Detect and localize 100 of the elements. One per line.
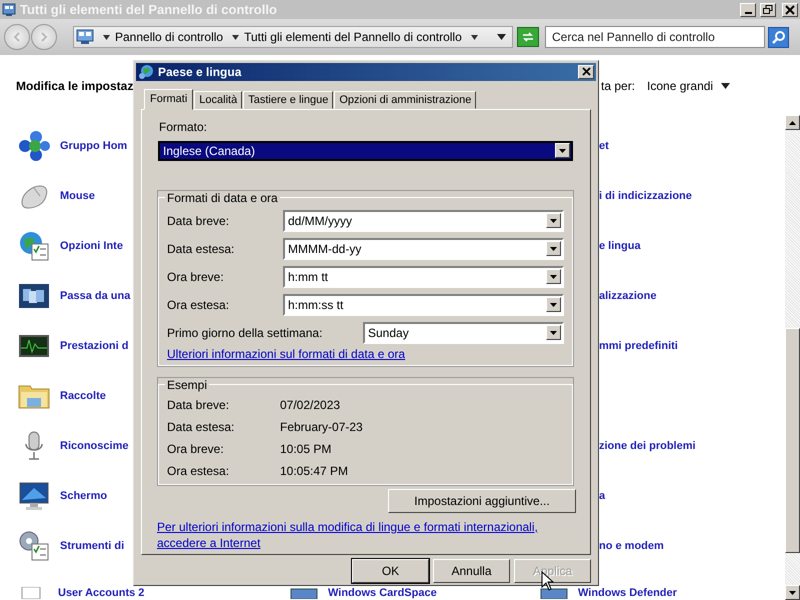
scrollbar[interactable] <box>785 115 800 600</box>
dropdown-icon[interactable] <box>497 34 506 40</box>
control-panel-link[interactable]: no e modem <box>599 540 785 552</box>
up-arrow-icon <box>789 120 796 124</box>
format-dropdown[interactable]: Inglese (Canada) <box>158 140 573 161</box>
example-label: Data estesa: <box>167 420 236 434</box>
globe-icon <box>138 64 154 80</box>
view-label: ta per: <box>601 79 636 93</box>
breadcrumb[interactable]: Pannello di controllo <box>115 30 224 44</box>
search-input[interactable]: Cerca nel Pannello di controllo <box>546 30 764 44</box>
dropdown-button[interactable] <box>546 241 561 256</box>
address-bar[interactable]: Pannello di controllo Tutti gli elementi del Pannello di controllo <box>73 26 513 48</box>
down-arrow-icon <box>559 148 566 153</box>
caret-icon[interactable] <box>232 34 240 40</box>
close-button[interactable] <box>782 2 798 16</box>
caret-icon[interactable] <box>470 34 478 40</box>
scroll-up-button[interactable] <box>785 115 800 130</box>
dropdown-button[interactable] <box>546 297 561 312</box>
additional-settings-button[interactable]: Impostazioni aggiuntive... <box>388 488 576 513</box>
control-panel-link[interactable]: alizzazione <box>599 290 785 302</box>
control-panel-link[interactable]: mmi predefiniti <box>599 340 785 352</box>
control-panel-link[interactable]: et <box>599 140 785 152</box>
down-arrow-icon <box>550 302 557 307</box>
caret-icon[interactable] <box>103 34 110 40</box>
search-icon <box>772 30 786 44</box>
control-panel-link[interactable]: Passa da una <box>60 290 130 302</box>
dropdown-button[interactable] <box>546 325 561 340</box>
field-label: Primo giorno della settimana: <box>167 326 324 340</box>
refresh-button[interactable] <box>517 27 539 47</box>
restore-icon <box>763 4 773 14</box>
control-panel-link[interactable]: a <box>599 490 785 502</box>
down-arrow-icon <box>550 274 557 279</box>
minimize-icon <box>744 12 752 14</box>
field-label: Data estesa: <box>167 242 236 256</box>
scrollbar-thumb[interactable] <box>785 328 800 553</box>
weekday-dropdown[interactable]: Sunday <box>363 322 564 344</box>
scroll-down-button[interactable] <box>785 585 800 600</box>
control-panel-link[interactable]: Strumenti di <box>60 540 124 552</box>
dropdown-button[interactable] <box>546 213 561 228</box>
minimize-button[interactable] <box>740 2 756 16</box>
refresh-icon <box>521 31 535 43</box>
tab[interactable]: Località <box>194 90 242 109</box>
control-panel-link[interactable]: i di indicizzazione <box>599 190 785 202</box>
control-panel-icon <box>76 29 94 45</box>
control-panel-link[interactable]: Mouse <box>60 190 95 202</box>
example-label: Ora breve: <box>167 442 225 456</box>
control-panel-link[interactable]: Prestazioni d <box>60 340 128 352</box>
field-label: Ora breve: <box>167 270 225 284</box>
format-dropdown[interactable]: h:mm tt <box>283 266 564 288</box>
field-label: Formato: <box>159 120 208 134</box>
group-title: Esempi <box>166 378 208 392</box>
example-value: 07/02/2023 <box>280 398 340 412</box>
dialog-title: Paese e lingua <box>158 64 242 79</box>
restore-button[interactable] <box>760 2 776 16</box>
control-panel-link[interactable]: Gruppo Hom <box>60 140 128 152</box>
search-button[interactable] <box>768 26 789 48</box>
dropdown-button[interactable] <box>546 269 561 284</box>
dialog-button[interactable]: Annulla <box>433 559 510 583</box>
example-label: Data breve: <box>167 398 230 412</box>
dropdown-button[interactable] <box>555 143 570 158</box>
control-panel-link[interactable]: Windows CardSpace <box>328 587 437 599</box>
control-panel-link[interactable]: User Accounts 2 <box>58 587 144 599</box>
page-heading: Modifica le impostaz <box>16 79 134 93</box>
control-panel-link[interactable]: Opzioni Inte <box>60 240 123 252</box>
control-panel-link[interactable]: Windows Defender <box>578 587 677 599</box>
control-panel-link[interactable]: Riconoscime <box>60 440 128 452</box>
format-dropdown[interactable]: MMMM-dd-yy <box>283 238 564 260</box>
people-network-icon[interactable] <box>18 130 50 162</box>
format-dropdown[interactable]: dd/MM/yyyy <box>283 210 564 232</box>
tab[interactable]: Formati <box>144 88 194 110</box>
search-field[interactable]: Cerca nel Pannello di controllo <box>545 26 765 48</box>
close-icon <box>785 4 795 14</box>
breadcrumb[interactable]: Tutti gli elementi del Pannello di controllo <box>244 30 462 44</box>
down-arrow-icon <box>550 246 557 251</box>
tab[interactable]: Tastiere e lingue <box>243 90 334 109</box>
field-label: Data breve: <box>167 214 230 228</box>
control-panel-link[interactable]: e lingua <box>599 240 785 252</box>
globe-checklist-icon[interactable] <box>18 230 50 262</box>
close-button[interactable] <box>578 64 594 79</box>
window-icon <box>2 2 16 16</box>
field-label: Ora estesa: <box>167 298 230 312</box>
control-panel-link[interactable]: zione dei problemi <box>599 440 785 452</box>
caret-icon[interactable] <box>721 83 730 89</box>
example-label: Ora estesa: <box>167 464 230 478</box>
group-title: Formati di data e ora <box>166 190 279 205</box>
control-panel-link[interactable]: Raccolte <box>60 390 106 402</box>
example-value: 10:05 PM <box>280 442 332 456</box>
format-dropdown[interactable]: h:mm:ss tt <box>283 294 564 316</box>
down-arrow-icon <box>550 330 557 335</box>
info-link[interactable]: Ulteriori informazioni sul formati di data e ora <box>167 346 406 361</box>
dialog-button[interactable]: OK <box>352 559 429 583</box>
online-info-link[interactable]: Per ulteriori informazioni sulla modifica di lingue e formati internazionali, accedere a Internet <box>157 518 543 551</box>
example-value: February-07-23 <box>280 420 363 434</box>
tab[interactable]: Opzioni di amministrazione <box>334 90 476 109</box>
down-arrow-icon <box>550 218 557 223</box>
down-arrow-icon <box>789 590 796 594</box>
control-panel-link[interactable]: Schermo <box>60 490 108 502</box>
monitor-icon[interactable] <box>18 480 50 512</box>
view-dropdown[interactable]: Icone grandi <box>647 79 714 93</box>
close-icon <box>582 67 590 76</box>
